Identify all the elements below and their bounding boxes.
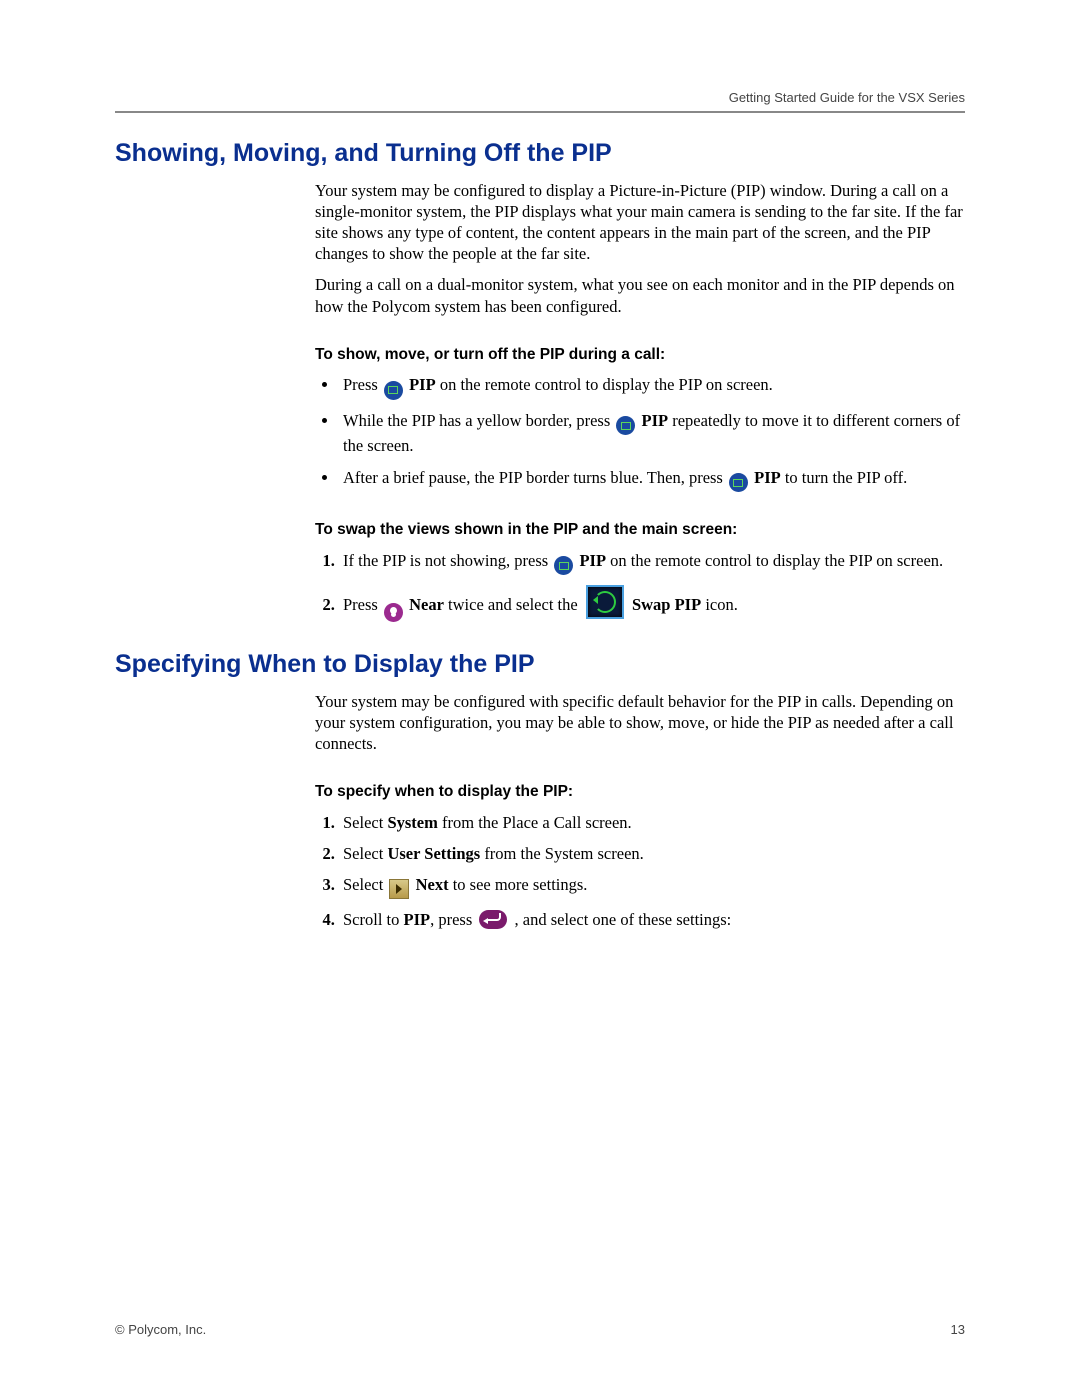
section-heading-specify: Specifying When to Display the PIP: [115, 650, 965, 679]
step-item: If the PIP is not showing, press PIP on …: [339, 550, 965, 576]
running-header: Getting Started Guide for the VSX Series: [115, 90, 965, 105]
subhead-show-move: To show, move, or turn off the PIP durin…: [315, 345, 965, 365]
step-list-swap: If the PIP is not showing, press PIP on …: [315, 550, 965, 622]
step-item: Select Next to see more settings.: [339, 874, 965, 899]
bullet-list-show-move: Press PIP on the remote control to displ…: [315, 374, 965, 492]
next-icon: [389, 879, 409, 899]
step-item: Select System from the Place a Call scre…: [339, 812, 965, 833]
pip-icon: [554, 556, 573, 575]
footer-copyright: © Polycom, Inc.: [115, 1322, 206, 1337]
section-heading-pip: Showing, Moving, and Turning Off the PIP: [115, 139, 965, 168]
header-rule: [115, 111, 965, 113]
section2-body: Your system may be configured with speci…: [315, 691, 965, 930]
subhead-specify: To specify when to display the PIP:: [315, 782, 965, 802]
subhead-swap-views: To swap the views shown in the PIP and t…: [315, 520, 965, 540]
enter-icon: [479, 910, 507, 929]
pip-icon: [616, 416, 635, 435]
section1-para1: Your system may be configured to display…: [315, 180, 965, 264]
section1-para2: During a call on a dual-monitor system, …: [315, 274, 965, 316]
step-item: Scroll to PIP, press , and select one of…: [339, 909, 965, 930]
pip-icon: [729, 473, 748, 492]
bullet-item: Press PIP on the remote control to displ…: [339, 374, 965, 400]
pip-icon: [384, 381, 403, 400]
section2-para1: Your system may be configured with speci…: [315, 691, 965, 754]
step-list-specify: Select System from the Place a Call scre…: [315, 812, 965, 930]
document-page: Getting Started Guide for the VSX Series…: [0, 0, 1080, 1397]
section1-body: Your system may be configured to display…: [315, 180, 965, 622]
near-icon: [384, 603, 403, 622]
page-footer: © Polycom, Inc. 13: [115, 1322, 965, 1337]
swap-pip-icon: [586, 585, 624, 619]
page-number: 13: [951, 1322, 965, 1337]
step-item: Press Near twice and select the Swap PIP…: [339, 585, 965, 622]
bullet-item: While the PIP has a yellow border, press…: [339, 410, 965, 457]
bullet-item: After a brief pause, the PIP border turn…: [339, 467, 965, 493]
step-item: Select User Settings from the System scr…: [339, 843, 965, 864]
